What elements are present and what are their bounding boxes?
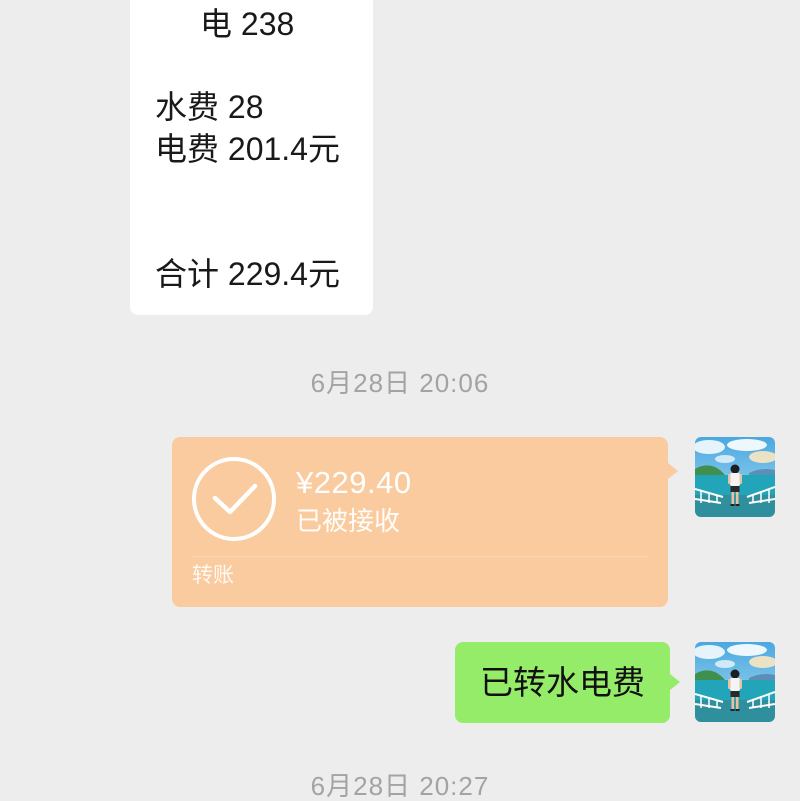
avatar-photo-icon — [695, 642, 775, 722]
timestamp: 6月28日 20:06 — [310, 368, 490, 398]
message-line — [155, 171, 373, 213]
message-line — [155, 46, 373, 88]
chat-area[interactable]: 电 238 水费 28 电费 201.4元 合计 229.4元 6月28日 20… — [0, 0, 800, 800]
transfer-card[interactable]: ¥229.40 已被接收 转账 — [172, 437, 678, 607]
check-circle-icon — [192, 457, 276, 541]
avatar[interactable] — [695, 437, 775, 517]
outgoing-message-bubble[interactable]: 已转水电费 — [455, 642, 680, 723]
transfer-label: 转账 — [192, 564, 234, 587]
avatar-photo-icon — [695, 437, 775, 517]
transfer-status: 已被接收 — [296, 506, 401, 536]
transfer-divider — [192, 556, 648, 557]
transfer-amount: ¥229.40 — [296, 465, 412, 500]
message-line: 水费 28 — [155, 89, 264, 126]
message-line: 合计 229.4元 — [155, 256, 340, 293]
timestamp: 6月28日 20:27 — [310, 771, 490, 801]
message-line: 电费 201.4元 — [155, 131, 340, 168]
avatar[interactable] — [695, 642, 775, 722]
message-text: 已转水电费 — [480, 664, 645, 701]
message-line — [155, 212, 373, 254]
message-line: 电 238 — [200, 6, 295, 42]
incoming-message-bubble[interactable]: 电 238 水费 28 电费 201.4元 合计 229.4元 — [130, 0, 373, 315]
